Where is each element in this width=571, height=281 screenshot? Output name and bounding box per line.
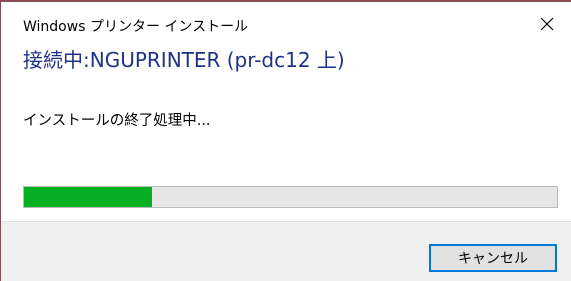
window-title: Windows プリンター インストール (23, 19, 249, 35)
main-instruction: 接続中:NGUPRINTER (pr-dc12 上) (23, 48, 345, 72)
cancel-button[interactable]: キャンセル (429, 244, 557, 272)
dialog-footer: キャンセル (1, 221, 571, 281)
printer-install-dialog: Windows プリンター インストール 接続中:NGUPRINTER (pr-… (0, 0, 571, 281)
progress-bar (23, 186, 558, 208)
close-icon (540, 17, 554, 31)
title-bar: Windows プリンター インストール (1, 2, 571, 44)
close-button[interactable] (524, 6, 570, 42)
progress-bar-fill (24, 187, 152, 207)
status-text: インストールの終了処理中... (23, 113, 211, 129)
